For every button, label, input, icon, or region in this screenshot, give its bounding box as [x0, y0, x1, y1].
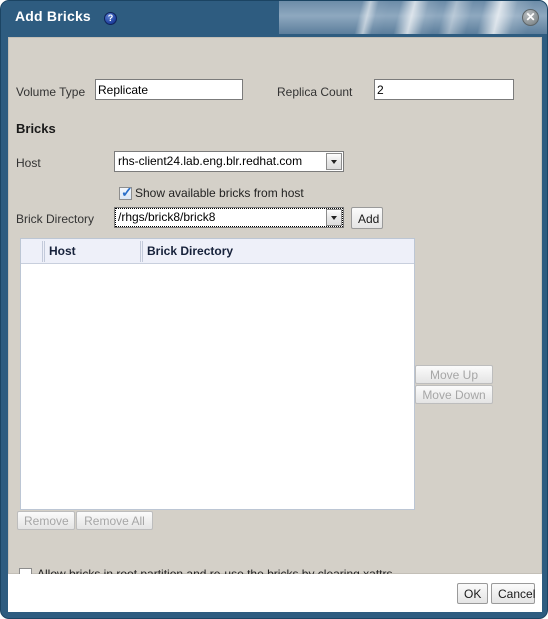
volume-type-label: Volume Type [16, 85, 86, 99]
host-select[interactable]: rhs-client24.lab.eng.blr.redhat.com [114, 151, 344, 172]
close-glyph: ✕ [525, 10, 536, 24]
dialog-footer: OK Cancel [8, 574, 542, 612]
replica-count-label: Replica Count [277, 85, 353, 99]
help-icon[interactable]: ? [104, 12, 117, 25]
chevron-down-icon[interactable] [326, 153, 342, 170]
move-down-button[interactable]: Move Down [415, 385, 493, 404]
brick-directory-label: Brick Directory [16, 212, 95, 226]
replica-count-input[interactable] [374, 79, 514, 100]
host-select-value: rhs-client24.lab.eng.blr.redhat.com [118, 154, 303, 168]
check-icon: ✓ [121, 184, 133, 200]
table-column-header-select[interactable] [21, 239, 43, 263]
bricks-table-header: Host Brick Directory [21, 239, 414, 264]
table-column-header-host[interactable]: Host [43, 239, 141, 263]
host-label: Host [16, 156, 41, 170]
remove-button[interactable]: Remove [17, 511, 75, 530]
bricks-table-body[interactable] [21, 264, 414, 509]
remove-all-button[interactable]: Remove All [76, 511, 153, 530]
page-title: Add Bricks [15, 8, 91, 24]
chevron-down-icon[interactable] [326, 209, 342, 226]
dialog-content-panel: Volume Type Replica Count Bricks Host rh… [8, 37, 542, 581]
close-icon[interactable]: ✕ [522, 9, 539, 26]
show-available-bricks-label: Show available bricks from host [135, 186, 304, 200]
ok-button[interactable]: OK [457, 583, 488, 604]
bricks-section-heading: Bricks [16, 121, 56, 136]
title-bar: Add Bricks ? ✕ [1, 1, 547, 34]
move-up-button[interactable]: Move Up [415, 365, 493, 384]
add-button[interactable]: Add [351, 207, 383, 229]
table-column-header-brick-directory[interactable]: Brick Directory [141, 239, 414, 263]
bricks-table: Host Brick Directory [20, 238, 415, 510]
add-bricks-dialog: Add Bricks ? ✕ Volume Type Replica Count… [0, 0, 548, 619]
volume-type-input[interactable] [95, 79, 243, 100]
show-available-bricks-checkbox[interactable]: ✓ [119, 184, 133, 200]
title-bar-gloss [279, 1, 547, 34]
brick-directory-select[interactable]: /rhgs/brick8/brick8 [114, 207, 344, 228]
cancel-button[interactable]: Cancel [491, 583, 535, 604]
brick-directory-select-value: /rhgs/brick8/brick8 [118, 210, 216, 224]
